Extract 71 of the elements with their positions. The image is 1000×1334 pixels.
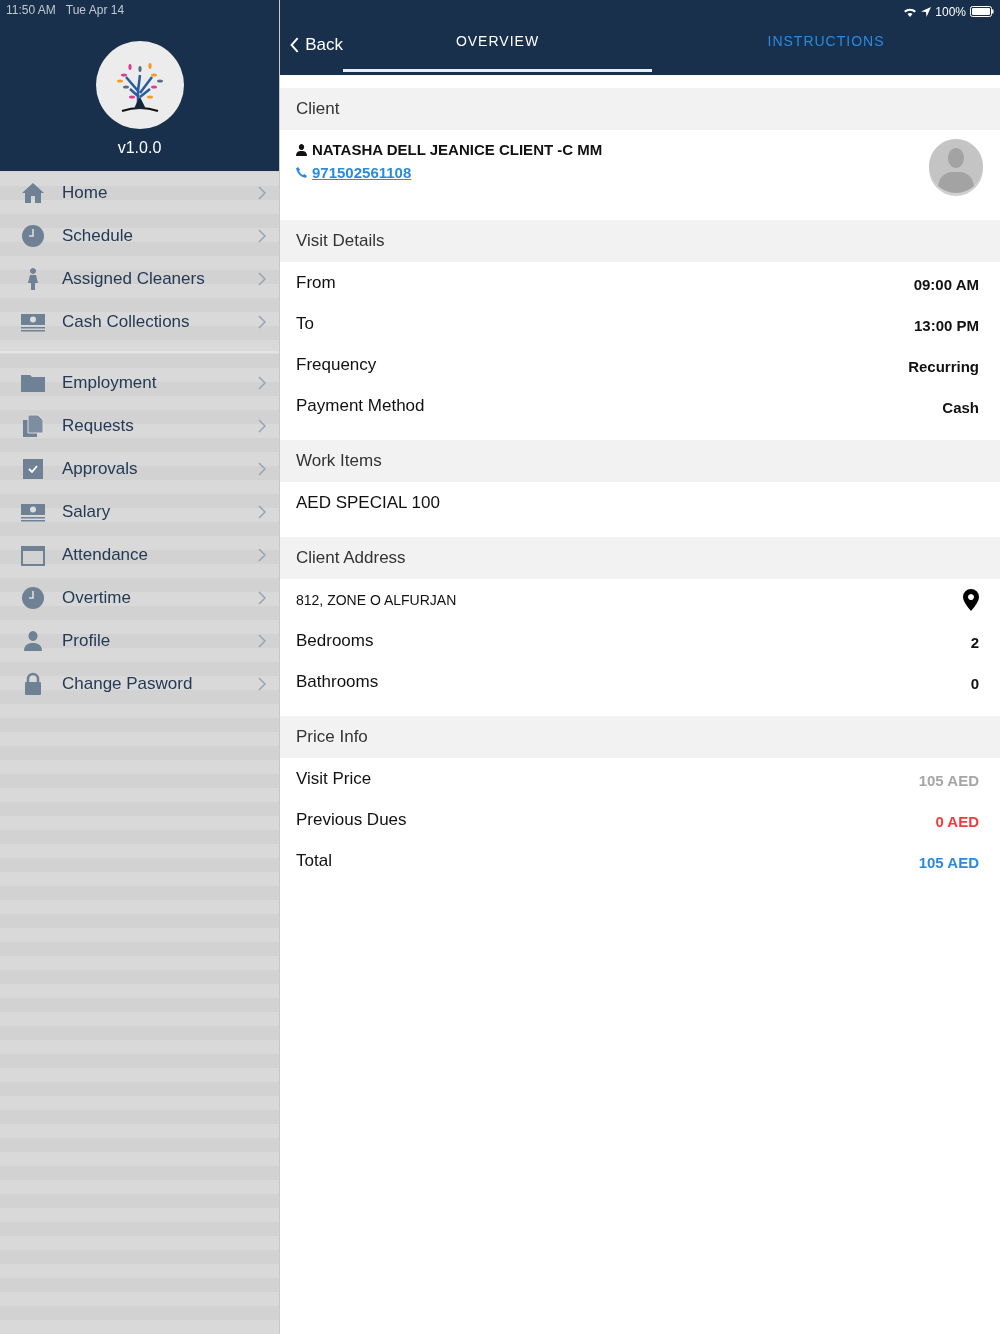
chevron-icon bbox=[258, 590, 266, 605]
section-header: Client bbox=[280, 88, 1000, 130]
profile-icon bbox=[21, 628, 45, 653]
section-header: Price Info bbox=[280, 716, 1000, 758]
clock-icon bbox=[21, 223, 45, 248]
phone-link[interactable]: 971502561108 bbox=[312, 164, 412, 181]
menu-item[interactable]: Assigned Cleaners bbox=[0, 257, 279, 300]
menu-item[interactable]: Cash Collections bbox=[0, 300, 279, 343]
battery-icon bbox=[970, 6, 994, 17]
row-value: 0 bbox=[970, 675, 979, 692]
section-header: Work Items bbox=[280, 440, 1000, 482]
pages-icon bbox=[21, 413, 45, 438]
tab[interactable]: OVERVIEW bbox=[343, 20, 652, 72]
menu-item[interactable]: Approvals bbox=[0, 447, 279, 490]
row-label: Visit Price bbox=[296, 768, 372, 789]
work-item: AED SPECIAL 100 bbox=[296, 492, 440, 513]
chevron-icon bbox=[258, 314, 266, 329]
map-pin-icon bbox=[963, 588, 979, 611]
chevron-icon bbox=[258, 633, 266, 648]
row-value: 13:00 PM bbox=[913, 317, 979, 334]
client-name: NATASHA DELL JEANICE CLIENT -C MM bbox=[312, 141, 603, 158]
row-label: From bbox=[296, 272, 336, 293]
row-value: 105 AED bbox=[918, 772, 979, 789]
row-value: Cash bbox=[942, 399, 979, 416]
menu-item[interactable]: Salary bbox=[0, 490, 279, 533]
row-value: Recurring bbox=[908, 358, 979, 375]
status-date: Tue Apr 14 bbox=[65, 3, 125, 17]
row-value: 09:00 AM bbox=[913, 276, 979, 293]
chevron-icon bbox=[258, 418, 266, 433]
clock-icon bbox=[21, 585, 45, 610]
app-version: v1.0.0 bbox=[117, 139, 162, 157]
chevron-icon bbox=[258, 271, 266, 286]
row-label: Frequency bbox=[296, 354, 377, 375]
row-label: Bedrooms bbox=[296, 630, 374, 651]
row-label: Total bbox=[296, 850, 332, 871]
chevron-icon bbox=[258, 676, 266, 691]
menu-item[interactable]: Profile bbox=[0, 619, 279, 662]
menu-item[interactable]: Attendance bbox=[0, 533, 279, 576]
menu-item[interactable]: Requests bbox=[0, 404, 279, 447]
row-value: 0 AED bbox=[935, 813, 979, 830]
tab[interactable]: INSTRUCTIONS bbox=[652, 20, 1000, 72]
section-header: Client Address bbox=[280, 537, 1000, 579]
avatar-icon bbox=[928, 138, 984, 196]
person-icon bbox=[296, 143, 307, 156]
row-value: 105 AED bbox=[918, 854, 979, 871]
battery-percent: 100% bbox=[935, 4, 966, 19]
row-value: 2 bbox=[970, 634, 979, 651]
chevron-icon bbox=[258, 504, 266, 519]
chevron-icon bbox=[258, 547, 266, 562]
home-icon bbox=[21, 180, 45, 205]
section-header: Visit Details bbox=[280, 220, 1000, 262]
menu-item[interactable]: Home bbox=[0, 171, 279, 214]
back-button[interactable]: Back bbox=[280, 20, 343, 75]
check-icon bbox=[21, 456, 45, 481]
menu-item[interactable]: Change Pasword bbox=[0, 662, 279, 705]
chevron-icon bbox=[258, 461, 266, 476]
row-label: Previous Dues bbox=[296, 809, 407, 830]
status-time: 11:50 AM bbox=[6, 3, 56, 17]
phone-icon bbox=[296, 167, 307, 178]
wifi-icon bbox=[903, 6, 918, 17]
chevron-icon bbox=[258, 185, 266, 200]
location-arrow-icon bbox=[921, 6, 932, 17]
row-label: Payment Method bbox=[296, 395, 425, 416]
chevron-icon bbox=[258, 228, 266, 243]
row-label: Bathrooms bbox=[296, 671, 379, 692]
menu-item[interactable]: Schedule bbox=[0, 214, 279, 257]
chevron-icon bbox=[258, 375, 266, 390]
row-label: To bbox=[296, 313, 314, 334]
address-text: 812, ZONE O ALFURJAN bbox=[296, 591, 457, 608]
menu-item[interactable]: Overtime bbox=[0, 576, 279, 619]
menu-item[interactable]: Employment bbox=[0, 361, 279, 404]
